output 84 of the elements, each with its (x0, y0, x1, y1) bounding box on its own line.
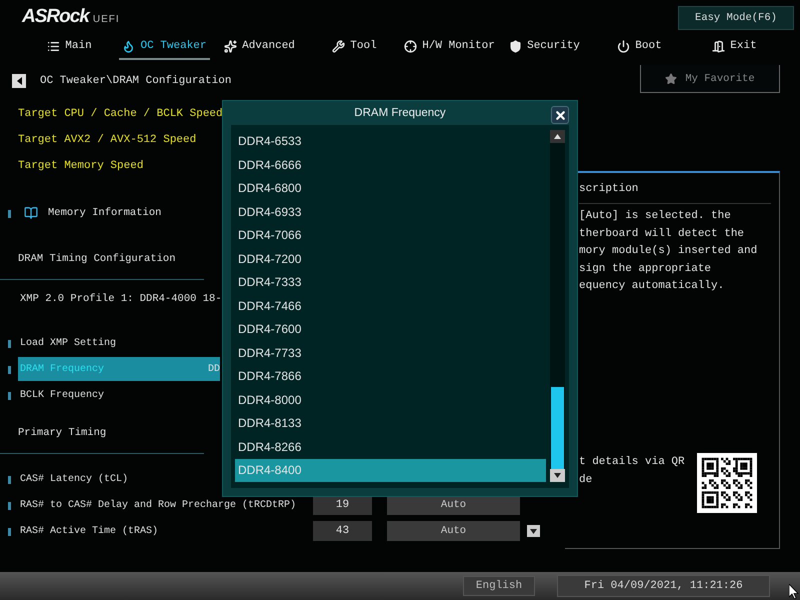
description-text: sign the appropriate (579, 262, 712, 276)
bullet-mark (8, 366, 11, 374)
setting-row[interactable]: BCLK Frequency (18, 383, 220, 407)
nav-tab[interactable]: Main (24, 34, 115, 60)
description-title: scription (579, 183, 771, 204)
list-icon (47, 40, 60, 52)
option-item[interactable]: DDR4-7066 (235, 224, 546, 247)
setting-row[interactable]: RAS# Active Time (tRAS) (18, 519, 220, 543)
nav-tab[interactable]: OC Tweaker (119, 34, 210, 60)
caret-icon (554, 473, 561, 478)
option-item[interactable]: DDR4-7866 (235, 364, 546, 388)
close-button[interactable] (551, 106, 569, 124)
dropdown-button[interactable] (527, 525, 540, 537)
bullet-mark (8, 340, 11, 348)
option-item[interactable]: DDR4-6533 (235, 130, 546, 153)
caret-icon (554, 134, 561, 138)
option-item[interactable]: DDR4-8133 (235, 412, 546, 435)
back-arrow-icon (16, 77, 22, 85)
bullet-mark (8, 476, 11, 484)
target-label: Target AVX2 / AVX-512 Speed (18, 134, 196, 146)
language-button[interactable]: English (463, 576, 535, 596)
mode-field[interactable]: Auto (387, 495, 520, 515)
caret-icon (530, 528, 537, 534)
description-text: mory module(s) inserted and (579, 244, 758, 259)
flame-icon (122, 40, 136, 52)
back-button[interactable] (12, 74, 26, 88)
section-link[interactable]: Memory Information (48, 207, 162, 219)
option-item[interactable]: DDR4-7466 (235, 294, 546, 318)
nav-tab[interactable]: Tool (309, 34, 400, 60)
section-heading: DRAM Timing Configuration (18, 252, 176, 264)
logo: ASRock UEFI (22, 6, 120, 28)
qr-note-text: t details via QR (579, 454, 685, 470)
close-icon (554, 108, 566, 122)
profile-text: XMP 2.0 Profile 1: DDR4-4000 18- (20, 293, 222, 305)
dialog-title: DRAM Frequency (354, 106, 446, 119)
section-heading: Primary Timing (18, 426, 106, 438)
qr-code-icon (697, 452, 757, 512)
power-icon (617, 40, 630, 52)
option-item[interactable]: DDR4-8000 (235, 388, 546, 412)
description-text: equency automatically. (579, 279, 726, 294)
scroll-thumb[interactable] (551, 387, 564, 469)
option-item[interactable]: DDR4-6666 (235, 153, 546, 176)
star-icon (224, 40, 238, 52)
nav-tab[interactable]: Security (499, 34, 590, 60)
bullet-mark (8, 502, 11, 510)
bullet-mark (8, 392, 11, 400)
value-field[interactable]: 43 (313, 521, 372, 541)
option-item[interactable]: DDR4-8266 (235, 435, 546, 458)
setting-row[interactable]: Load XMP Setting (18, 331, 220, 355)
description-text: [Auto] is selected. the (579, 209, 732, 224)
scroll-up-button[interactable] (550, 130, 565, 142)
value-field[interactable]: 19 (313, 495, 372, 515)
option-item[interactable]: DDR4-6800 (235, 176, 546, 200)
wrench-icon (332, 40, 346, 52)
nav-tab[interactable]: H/W Monitor (404, 34, 495, 60)
book-icon (24, 206, 38, 220)
option-item[interactable]: DDR4-7600 (235, 318, 546, 341)
shield-icon (509, 40, 522, 52)
favorite-button[interactable]: My Favorite (640, 65, 780, 93)
target-label: Target Memory Speed (18, 160, 144, 172)
date-time: Fri 04/09/2021, 11:21:26 (557, 575, 770, 597)
mode-field[interactable]: Auto (387, 521, 520, 541)
easy-mode-button[interactable]: Easy Mode(F6) (678, 6, 794, 30)
setting-row[interactable]: RAS# to CAS# Delay and Row Precharge (tRCDtRP) (18, 493, 296, 517)
setting-row[interactable]: CAS# Latency (tCL) (18, 467, 220, 491)
option-item[interactable]: DDR4-7200 (235, 247, 546, 270)
nav-tab[interactable]: Advanced (214, 34, 305, 60)
option-item[interactable]: DDR4-7733 (235, 341, 546, 364)
nav-tab[interactable]: Exit (689, 34, 780, 60)
option-item[interactable]: DDR4-6933 (235, 200, 546, 224)
cursor-icon (789, 584, 799, 599)
star-icon (665, 72, 678, 84)
bullet-mark (8, 528, 11, 536)
scroll-down-button[interactable] (550, 469, 565, 482)
exit-icon (712, 40, 726, 52)
scrollbar[interactable] (550, 130, 565, 482)
option-item[interactable]: DDR4-7333 (235, 270, 546, 294)
description-text: therboard will detect the (579, 226, 746, 242)
crosshair-icon (404, 40, 418, 52)
breadcrumb: OC Tweaker\DRAM Configuration (40, 75, 232, 87)
target-label: Target CPU / Cache / BCLK Speed (18, 108, 223, 120)
bullet-mark (8, 210, 11, 218)
qr-note-text: de (579, 472, 594, 488)
nav-tab[interactable]: Boot (594, 34, 685, 60)
